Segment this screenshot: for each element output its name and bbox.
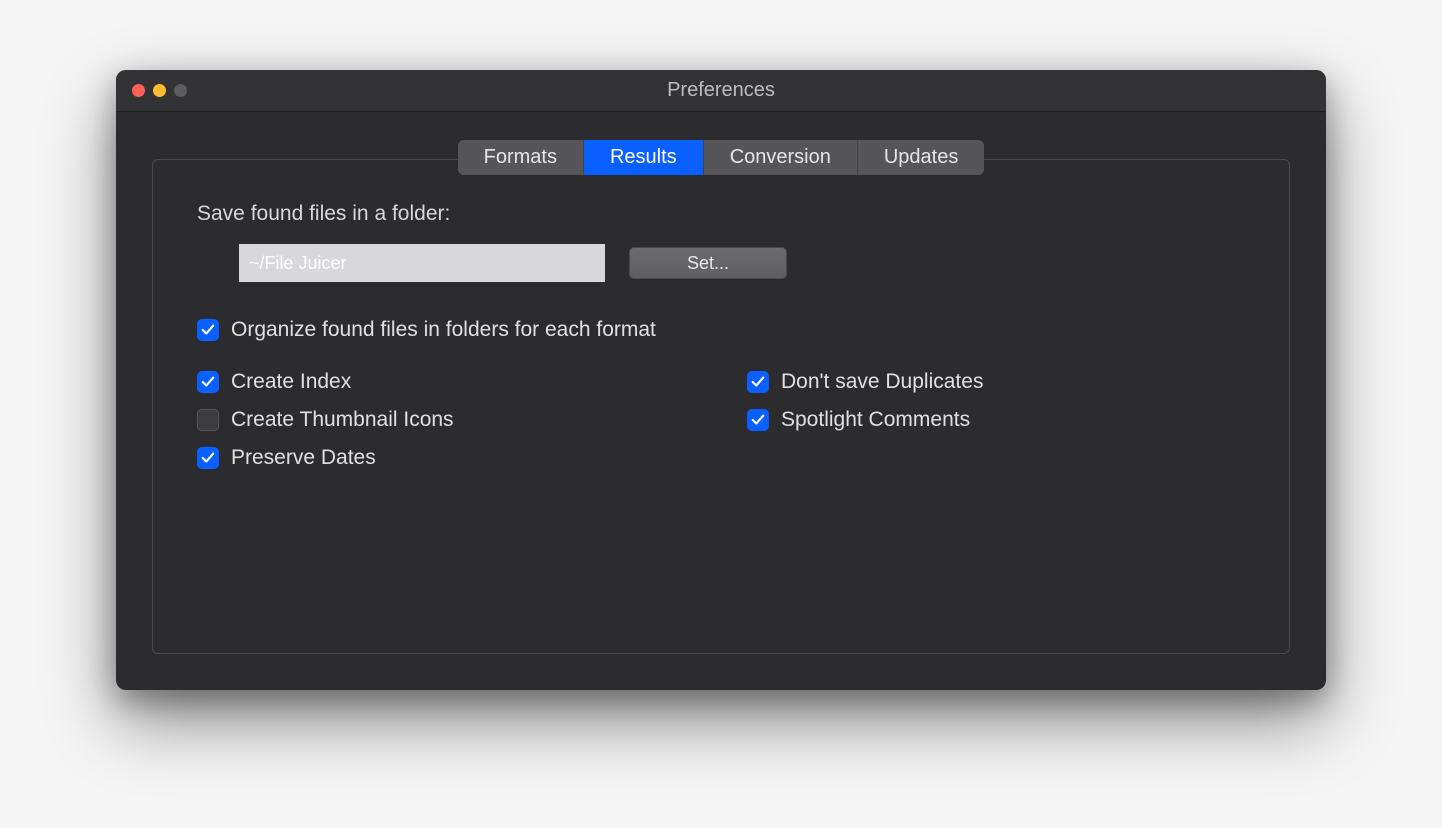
no-duplicates-row[interactable]: Don't save Duplicates <box>747 370 1245 394</box>
content-area: Formats Results Conversion Updates Save … <box>116 112 1326 690</box>
create-thumb-row[interactable]: Create Thumbnail Icons <box>197 408 747 432</box>
save-folder-label: Save found files in a folder: <box>197 202 1245 226</box>
no-duplicates-label: Don't save Duplicates <box>781 370 983 394</box>
checkmark-icon <box>751 375 765 389</box>
organize-checkbox-row[interactable]: Organize found files in folders for each… <box>197 318 1245 342</box>
save-folder-input[interactable] <box>239 244 605 282</box>
spotlight-label: Spotlight Comments <box>781 408 970 432</box>
preserve-dates-checkbox[interactable] <box>197 447 219 469</box>
preserve-dates-row[interactable]: Preserve Dates <box>197 446 747 470</box>
window-title: Preferences <box>116 79 1326 102</box>
checkbox-columns: Create Index Create Thumbnail Icons Pres… <box>197 370 1245 484</box>
preserve-dates-label: Preserve Dates <box>231 446 376 470</box>
tab-conversion[interactable]: Conversion <box>704 140 858 175</box>
minimize-button[interactable] <box>153 84 166 97</box>
create-thumb-checkbox[interactable] <box>197 409 219 431</box>
organize-label: Organize found files in folders for each… <box>231 318 656 342</box>
tab-updates[interactable]: Updates <box>858 140 985 175</box>
organize-checkbox[interactable] <box>197 319 219 341</box>
zoom-button[interactable] <box>174 84 187 97</box>
checkmark-icon <box>201 375 215 389</box>
results-groupbox: Save found files in a folder: Set... Org… <box>152 159 1290 654</box>
save-folder-row: Set... <box>197 244 1245 282</box>
checkmark-icon <box>201 323 215 337</box>
create-index-row[interactable]: Create Index <box>197 370 747 394</box>
tabbar: Formats Results Conversion Updates <box>152 140 1290 175</box>
preferences-window: Preferences Formats Results Conversion U… <box>116 70 1326 690</box>
set-button[interactable]: Set... <box>629 247 787 279</box>
checkmark-icon <box>201 451 215 465</box>
checkmark-icon <box>751 413 765 427</box>
create-index-checkbox[interactable] <box>197 371 219 393</box>
close-button[interactable] <box>132 84 145 97</box>
create-thumb-label: Create Thumbnail Icons <box>231 408 454 432</box>
traffic-lights <box>116 84 187 97</box>
spotlight-checkbox[interactable] <box>747 409 769 431</box>
spotlight-row[interactable]: Spotlight Comments <box>747 408 1245 432</box>
titlebar: Preferences <box>116 70 1326 112</box>
tab-formats[interactable]: Formats <box>458 140 584 175</box>
create-index-label: Create Index <box>231 370 351 394</box>
no-duplicates-checkbox[interactable] <box>747 371 769 393</box>
tab-results[interactable]: Results <box>584 140 704 175</box>
